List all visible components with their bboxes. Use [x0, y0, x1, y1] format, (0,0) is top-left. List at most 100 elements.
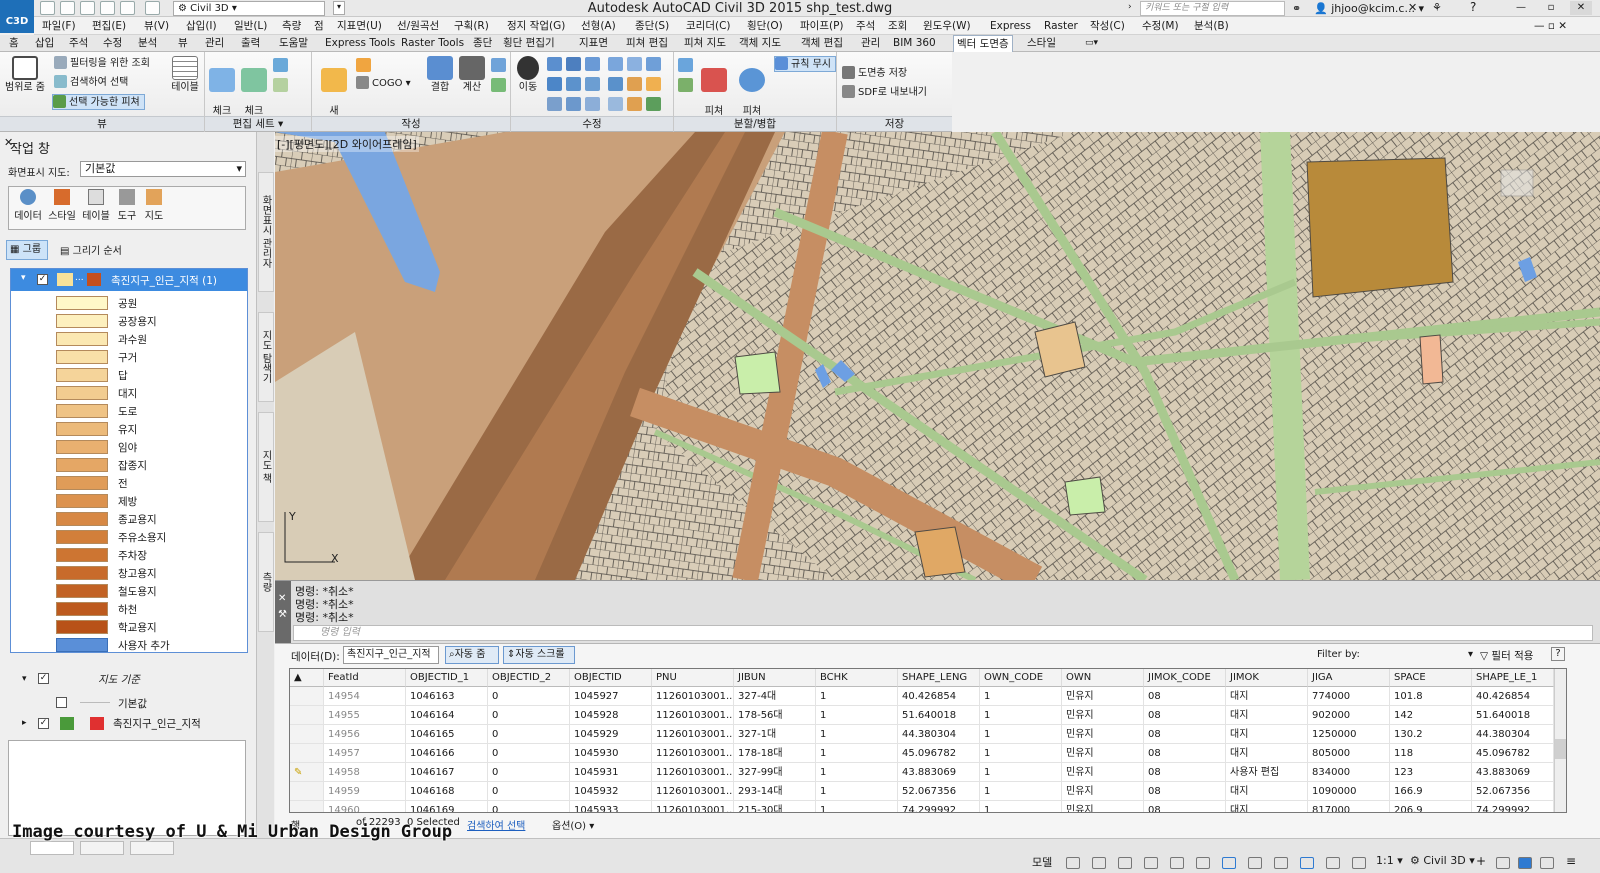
layout-tab-model[interactable]: [30, 841, 74, 855]
column-header[interactable]: JIGA: [1308, 669, 1390, 687]
table-cell[interactable]: 대지: [1226, 687, 1308, 706]
open-icon[interactable]: [60, 1, 75, 15]
table-cell[interactable]: 44.380304: [898, 725, 980, 744]
table-cell[interactable]: 1: [816, 801, 898, 812]
selectable-features-button[interactable]: 선택 가능한 피쳐: [52, 94, 145, 110]
column-header[interactable]: JIBUN: [734, 669, 816, 687]
menu-item[interactable]: Express: [990, 17, 1031, 35]
draw-order-toggle[interactable]: ▤ 그리기 순서: [60, 242, 122, 257]
table-cell[interactable]: 1045927: [570, 687, 652, 706]
collapse-icon[interactable]: ▾: [21, 273, 26, 283]
row-header[interactable]: [290, 744, 324, 763]
table-cell[interactable]: 327-99대: [734, 763, 816, 782]
annotation-icon[interactable]: [1300, 857, 1314, 869]
panel-label-modify[interactable]: 수정: [511, 116, 673, 131]
save-layer-button[interactable]: 도면층 저장: [842, 66, 907, 82]
layout-tab[interactable]: [130, 841, 174, 855]
table-cell[interactable]: 1046164: [406, 706, 488, 725]
export-sdf-button[interactable]: SDF로 내보내기: [842, 85, 927, 101]
table-cell[interactable]: 1046169: [406, 801, 488, 812]
table-cell[interactable]: 1: [816, 744, 898, 763]
table-cell[interactable]: 51.640018: [898, 706, 980, 725]
menu-item[interactable]: 종단(S): [635, 17, 669, 35]
data-source-select[interactable]: 촉진지구_인근_지적: [343, 646, 439, 664]
print-icon[interactable]: [100, 1, 115, 15]
table-cell[interactable]: 11260103001...: [652, 763, 734, 782]
table-cell[interactable]: 민유지: [1062, 782, 1144, 801]
tab[interactable]: 종단: [470, 35, 495, 52]
cogo-button[interactable]: COGO ▾: [356, 76, 411, 92]
table-cell[interactable]: 52.067356: [1472, 782, 1554, 801]
edit-vertex-icon[interactable]: [585, 97, 600, 111]
table-cell[interactable]: 1: [816, 725, 898, 744]
table-cell[interactable]: 1046165: [406, 725, 488, 744]
table-cell[interactable]: 130.2: [1390, 725, 1472, 744]
menu-item[interactable]: 주석: [856, 17, 875, 35]
table-cell[interactable]: 민유지: [1062, 744, 1144, 763]
panel-toggle-icon[interactable]: ▭▾: [1082, 35, 1101, 52]
create-tool-icon[interactable]: [491, 78, 506, 92]
parcel-map[interactable]: Y X: [275, 132, 1600, 580]
tab[interactable]: Raster Tools: [398, 35, 467, 52]
menu-item[interactable]: 선/원곡선: [397, 17, 439, 35]
panel-label-editset[interactable]: 편집 세트 ▾: [205, 116, 311, 131]
table-cell[interactable]: 1045933: [570, 801, 652, 812]
table-cell[interactable]: 대지: [1226, 744, 1308, 763]
table-cell[interactable]: 민유지: [1062, 687, 1144, 706]
annotation-visibility-icon[interactable]: [1352, 857, 1366, 869]
table-cell[interactable]: 14959: [324, 782, 406, 801]
command-input[interactable]: 명령 입력: [293, 625, 1593, 641]
table-cell[interactable]: 사용자 편집: [1226, 763, 1308, 782]
menu-item[interactable]: Raster: [1044, 17, 1078, 35]
menu-item[interactable]: 윈도우(W): [923, 17, 971, 35]
table-cell[interactable]: 1045928: [570, 706, 652, 725]
table-cell[interactable]: 대지: [1226, 801, 1308, 812]
table-scrollbar[interactable]: [1554, 669, 1566, 812]
tab[interactable]: 수정: [100, 35, 125, 52]
menu-item[interactable]: 삽입(I): [186, 17, 217, 35]
snap-icon[interactable]: [1092, 857, 1106, 869]
panel-label-create[interactable]: 작성: [312, 116, 510, 131]
table-cell[interactable]: 44.380304: [1472, 725, 1554, 744]
column-header[interactable]: OWN: [1062, 669, 1144, 687]
table-cell[interactable]: 166.9: [1390, 782, 1472, 801]
table-cell[interactable]: 1045932: [570, 782, 652, 801]
tools-tool[interactable]: 도구: [113, 189, 141, 222]
table-cell[interactable]: 1: [980, 725, 1062, 744]
map-tool[interactable]: 지도: [139, 189, 169, 222]
table-cell[interactable]: 11260103001...: [652, 801, 734, 812]
table-cell[interactable]: 293-14대: [734, 782, 816, 801]
row-header[interactable]: [290, 725, 324, 744]
tab[interactable]: 횡단 편집기: [500, 35, 558, 52]
tab[interactable]: 객체 지도: [736, 35, 784, 52]
table-cell[interactable]: 14955: [324, 706, 406, 725]
table-cell[interactable]: 74.299992: [898, 801, 980, 812]
otrack-icon[interactable]: [1222, 857, 1236, 869]
table-cell[interactable]: 1046163: [406, 687, 488, 706]
fillet-icon[interactable]: [646, 57, 661, 71]
table-cell[interactable]: 민유지: [1062, 801, 1144, 812]
table-cell[interactable]: 14957: [324, 744, 406, 763]
auto-scroll-button[interactable]: ⇕자동 스크롤: [503, 646, 575, 664]
rotate-icon[interactable]: [566, 57, 581, 71]
table-cell[interactable]: 대지: [1226, 706, 1308, 725]
tab[interactable]: Express Tools: [322, 35, 398, 52]
infer-icon[interactable]: [1118, 857, 1132, 869]
menu-item[interactable]: 뷰(V): [144, 17, 169, 35]
tab[interactable]: 관리: [202, 35, 227, 52]
move-button[interactable]: 이동: [512, 56, 544, 94]
isolate-icon[interactable]: [1496, 857, 1510, 869]
table-cell[interactable]: 327-4대: [734, 687, 816, 706]
menu-item[interactable]: 선형(A): [581, 17, 616, 35]
osnap-icon[interactable]: [1196, 857, 1210, 869]
maximize-button[interactable]: ▫: [1540, 1, 1562, 15]
filter-query-button[interactable]: 필터링을 위한 조회: [54, 56, 150, 72]
options-button[interactable]: 옵션(O) ▾: [552, 817, 594, 832]
ortho-icon[interactable]: [1144, 857, 1158, 869]
table-cell[interactable]: 1090000: [1308, 782, 1390, 801]
pencil-icon[interactable]: [627, 97, 642, 111]
table-cell[interactable]: 45.096782: [898, 744, 980, 763]
panel-label-view[interactable]: 뷰: [0, 116, 204, 131]
layer2-checkbox[interactable]: ✓: [38, 718, 49, 729]
row-header[interactable]: [290, 687, 324, 706]
